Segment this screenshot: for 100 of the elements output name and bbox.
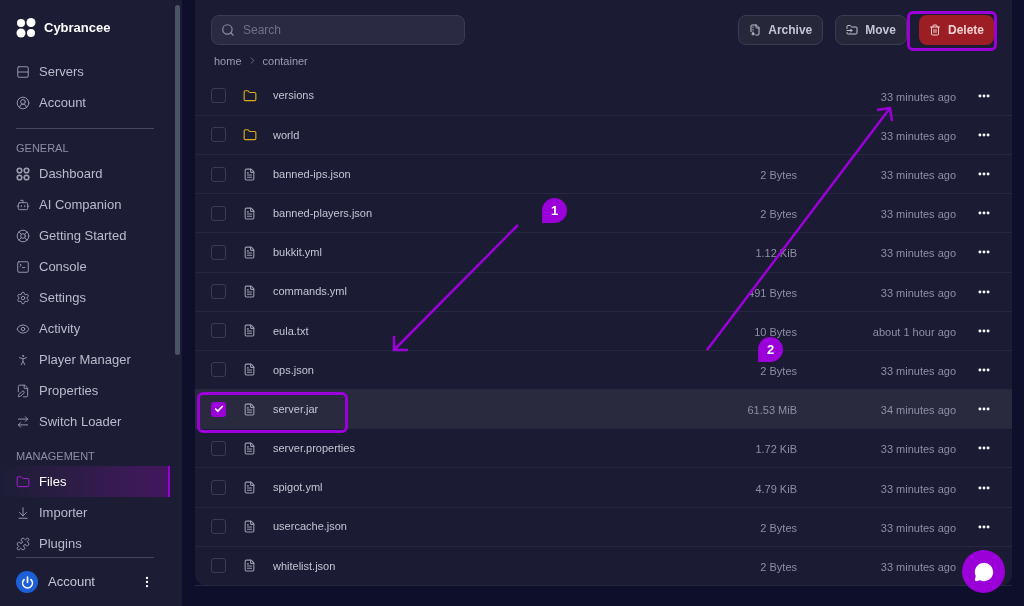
breadcrumb-link[interactable]: container [262, 52, 308, 70]
sidebar-item[interactable]: Account [0, 87, 170, 118]
file-icon [243, 520, 256, 534]
logo-icon [16, 18, 36, 38]
row-checkbox[interactable] [211, 440, 226, 456]
file-size: 1.72 KiB [755, 443, 797, 456]
row-checkbox[interactable] [211, 401, 226, 417]
file-size: 2 Bytes [760, 560, 797, 573]
modified-time: 33 minutes ago [880, 443, 956, 456]
file-size: 2 Bytes [760, 169, 797, 182]
file-name: commands.yml [273, 284, 347, 300]
file-size: 2 Bytes [760, 364, 797, 377]
modified-time: 33 minutes ago [880, 208, 956, 221]
file-size: 2 Bytes [760, 208, 797, 221]
sidebar-item[interactable]: Dashboard [0, 158, 170, 189]
file-name: spigot.yml [273, 480, 323, 496]
file-icon [243, 559, 256, 573]
sidebar-item[interactable]: Importer [0, 497, 170, 528]
row-checkbox[interactable] [211, 166, 226, 182]
file-name: whitelist.json [273, 558, 336, 574]
scrollbar-thumb[interactable] [175, 5, 180, 355]
file-name: server.jar [273, 401, 319, 417]
row-checkbox[interactable] [211, 558, 226, 574]
folder-icon [16, 474, 30, 489]
file-row[interactable]: versions 33 minutes ago [195, 76, 1012, 116]
rows-icon [16, 64, 30, 79]
sidebar-item[interactable]: AI Companion [0, 189, 170, 220]
row-checkbox[interactable] [211, 284, 226, 300]
file-name: banned-ips.json [273, 166, 351, 182]
section-heading: GENERAL [15, 140, 70, 156]
file-row[interactable]: server.jar 61.53 MiB 34 minutes ago [195, 390, 1012, 430]
modified-time: 33 minutes ago [880, 247, 956, 260]
file-icon [243, 363, 256, 377]
file-row[interactable]: usercache.json 2 Bytes 33 minutes ago [195, 507, 1012, 547]
brand-name: Cybrancee [44, 19, 111, 38]
swap-arrows-icon [16, 414, 30, 429]
sidebar-item[interactable]: Getting Started [0, 220, 170, 251]
file-name: world [273, 127, 300, 143]
file-icon [243, 441, 256, 455]
sidebar-item[interactable]: Switch Loader [0, 406, 170, 437]
trash-icon [928, 24, 941, 36]
file-icon [243, 245, 256, 259]
sidebar-item[interactable]: Console [0, 251, 170, 282]
sidebar-item[interactable]: Servers [0, 56, 170, 87]
file-icon [243, 324, 256, 338]
modified-time: 33 minutes ago [880, 90, 956, 103]
file-pen-icon [16, 383, 30, 398]
row-checkbox[interactable] [211, 323, 226, 339]
file-size: 2 Bytes [760, 521, 797, 534]
modified-time: 33 minutes ago [880, 169, 956, 182]
eye-icon [16, 321, 30, 336]
sidebar-item[interactable]: Settings [0, 282, 170, 313]
file-name: versions [273, 88, 314, 104]
section-heading: MANAGEMENT [15, 448, 96, 464]
row-checkbox[interactable] [211, 88, 226, 104]
file-name: ops.json [273, 362, 314, 378]
modified-time: 34 minutes ago [880, 404, 956, 417]
row-checkbox[interactable] [211, 205, 226, 221]
delete-button[interactable]: Delete [918, 15, 994, 45]
file-row[interactable]: banned-ips.json 2 Bytes 33 minutes ago [195, 154, 1012, 195]
file-row[interactable]: spigot.yml 4.79 KiB 33 minutes ago [195, 468, 1012, 508]
file-size: 61.53 MiB [747, 404, 797, 417]
file-icon [243, 167, 256, 181]
file-row[interactable]: server.properties 1.72 KiB 33 minutes ago [195, 429, 1012, 469]
modified-time: 33 minutes ago [880, 129, 956, 142]
sidebar-item[interactable]: Plugins [0, 528, 170, 557]
file-size: 10 Bytes [754, 325, 797, 338]
modified-time: about 1 hour ago [872, 325, 956, 338]
file-name: banned-players.json [273, 205, 373, 221]
toolbar-button[interactable]: Archive [738, 15, 824, 45]
folder-icon [242, 127, 257, 142]
file-icon [243, 481, 256, 495]
folder-icon [242, 88, 257, 103]
settings-icon [16, 290, 30, 305]
row-checkbox[interactable] [211, 362, 226, 378]
file-name: bukkit.yml [273, 245, 322, 261]
file-archive-icon [749, 24, 762, 36]
row-checkbox[interactable] [211, 480, 226, 496]
row-checkbox[interactable] [211, 244, 226, 260]
file-row[interactable]: world 33 minutes ago [195, 115, 1012, 155]
row-checkbox[interactable] [211, 519, 226, 535]
check-icon [213, 404, 224, 415]
row-checkbox[interactable] [211, 127, 226, 143]
modified-time: 33 minutes ago [880, 560, 956, 573]
file-name: eula.txt [273, 323, 309, 339]
modified-time: 33 minutes ago [880, 286, 956, 299]
power-avatar-icon [16, 571, 38, 593]
user-circle-icon [16, 95, 30, 110]
file-icon [243, 285, 256, 299]
puzzle-icon [16, 536, 30, 551]
robot-icon [16, 197, 30, 212]
sidebar-item[interactable]: Activity [0, 313, 170, 344]
search-field[interactable]: Search [211, 15, 465, 45]
modified-time: 33 minutes ago [880, 521, 956, 534]
sidebar-item[interactable]: Properties [0, 375, 170, 406]
search-icon [221, 23, 235, 37]
person-icon [16, 352, 30, 367]
toolbar-button[interactable]: Move [835, 15, 907, 45]
sidebar-item[interactable]: Player Manager [0, 344, 170, 375]
breadcrumb-link[interactable]: home [214, 52, 242, 70]
